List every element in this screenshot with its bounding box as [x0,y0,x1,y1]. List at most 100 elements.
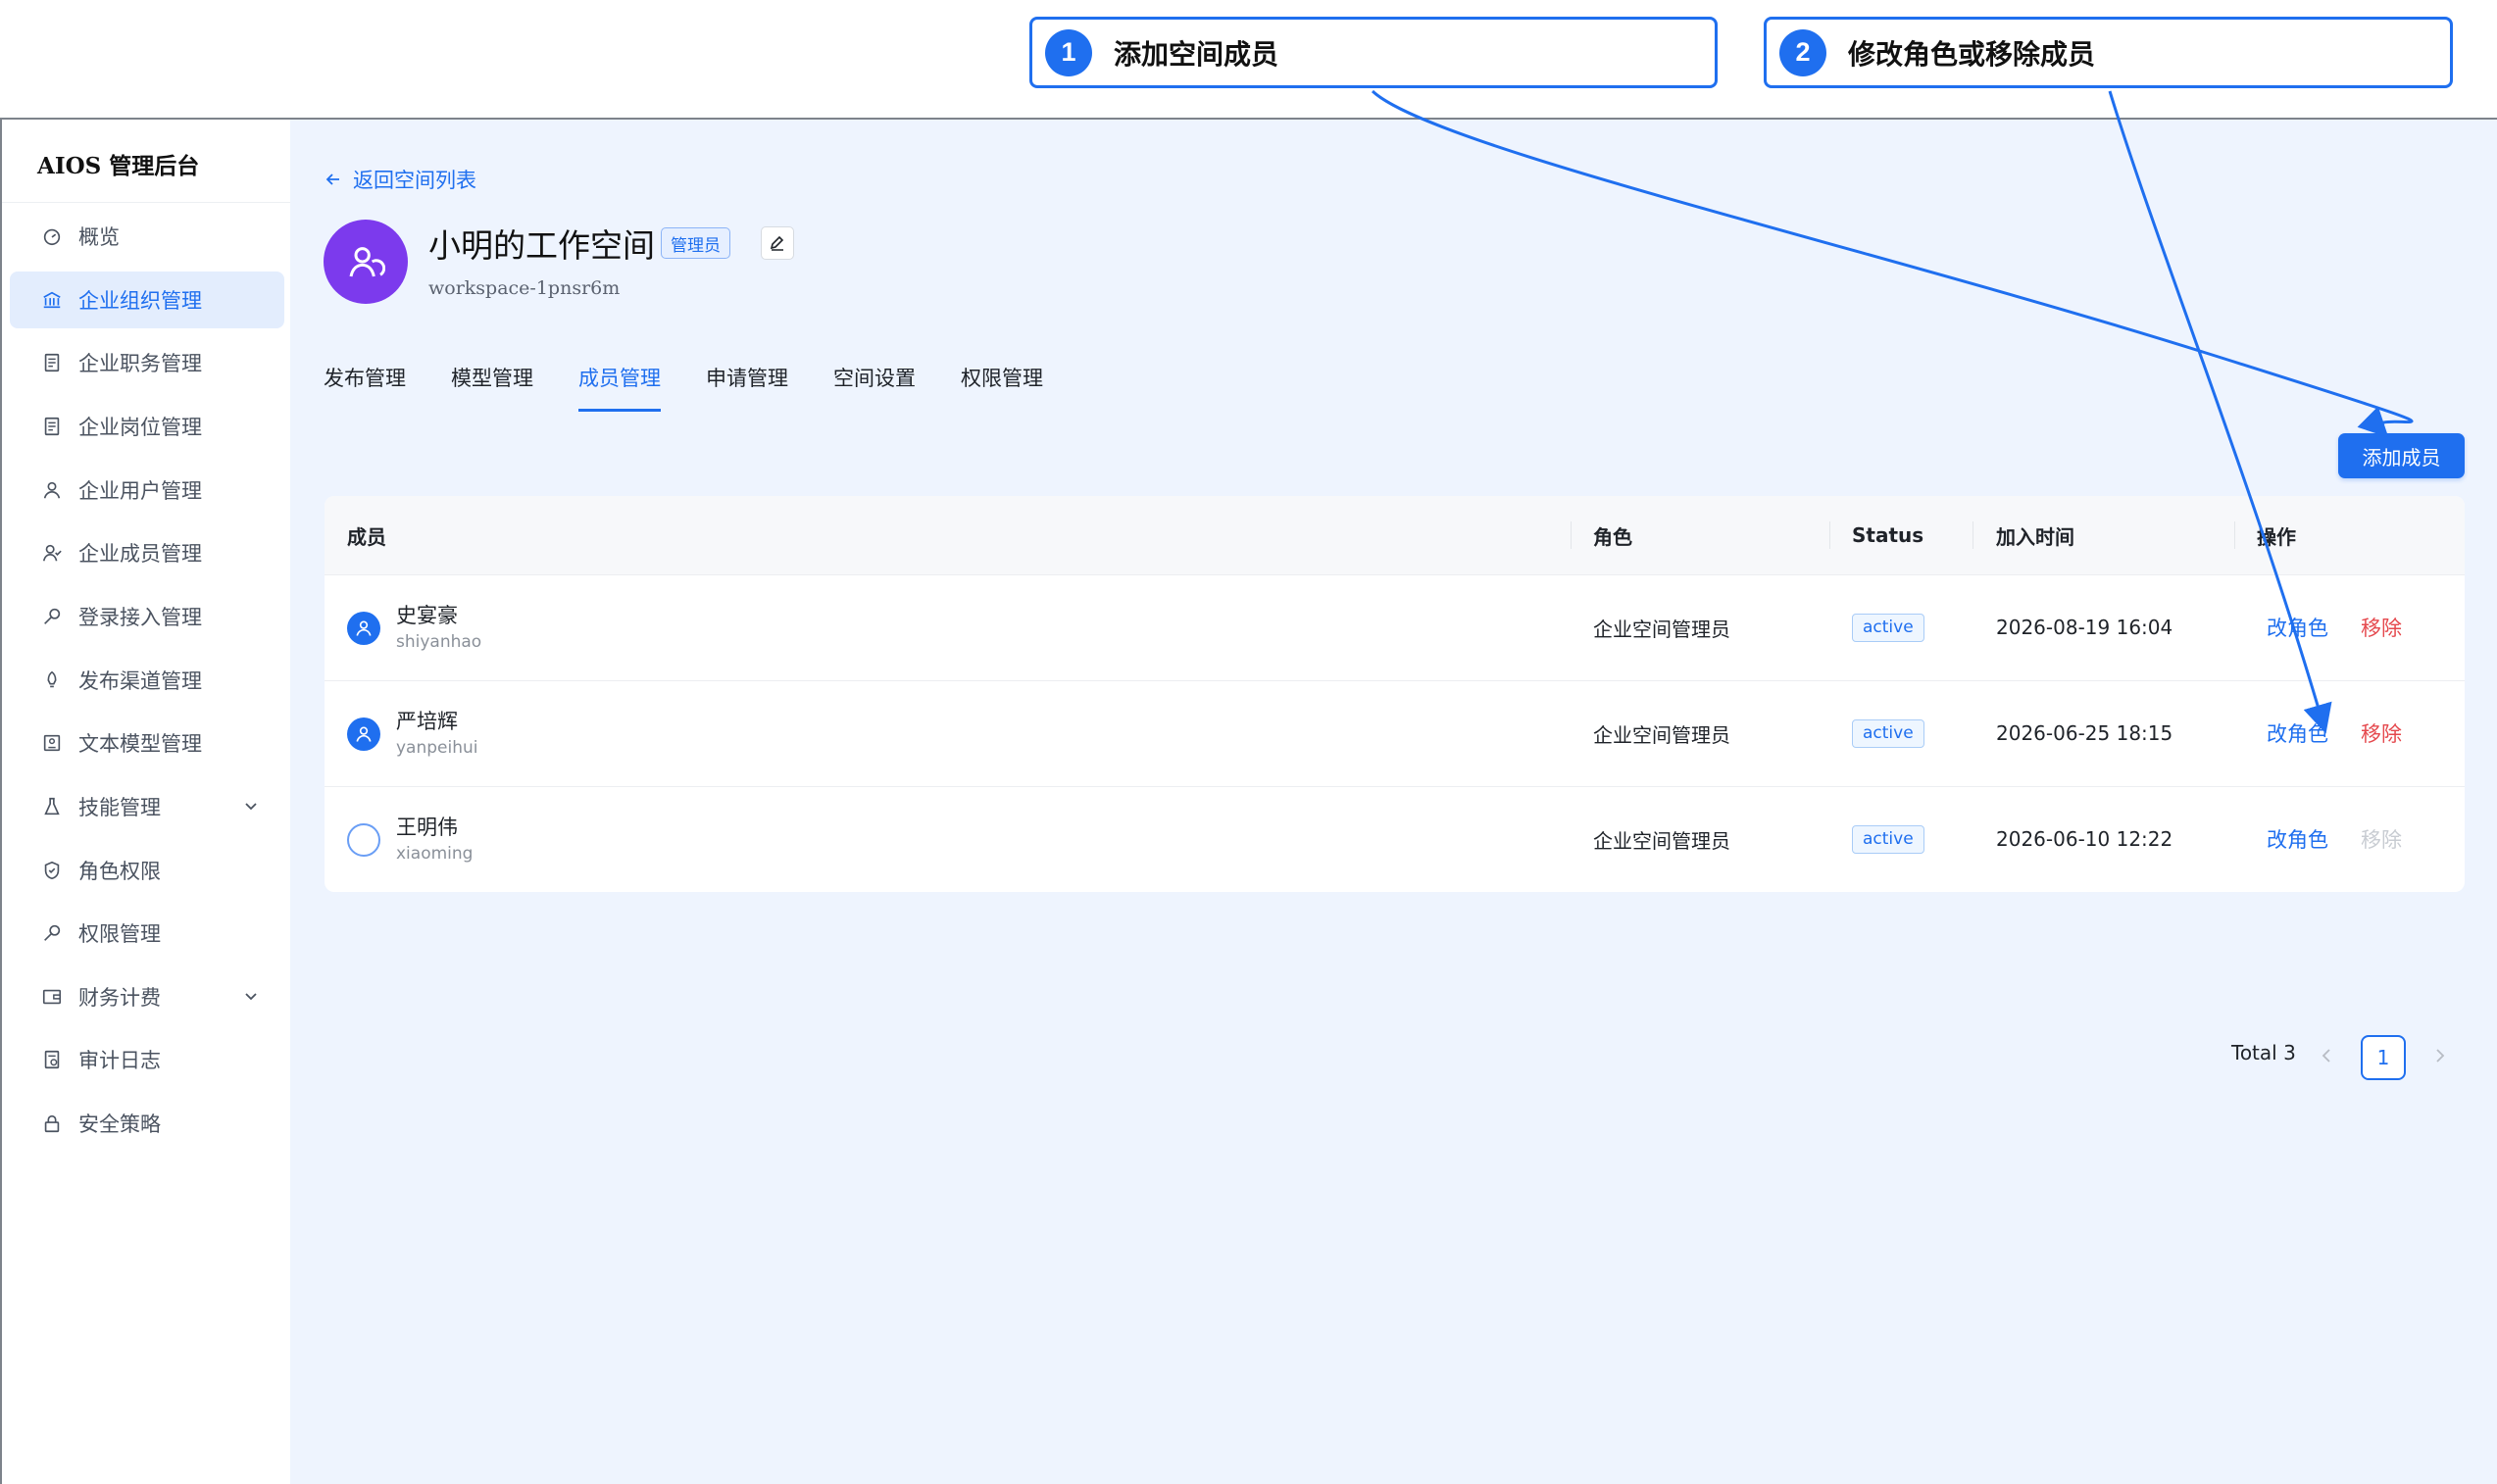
status-cell: active [1852,574,1924,680]
callout-number: 1 [1045,28,1092,76]
sidebar-item-text-model[interactable]: 文本模型管理 [10,715,284,771]
change-role-button[interactable]: 改角色 [2267,680,2328,786]
pagination-total: Total 3 [2231,1041,2296,1064]
sidebar-item-channel[interactable]: 发布渠道管理 [10,652,284,709]
chevron-left-icon[interactable] [2318,1043,2335,1068]
sidebar-item-duty[interactable]: 企业职务管理 [10,334,284,391]
wallet-icon [42,989,62,1005]
edit-button[interactable] [761,226,794,260]
sidebar-item-label: 安全策略 [78,1113,161,1136]
sidebar-item-label: 权限管理 [78,922,161,946]
sidebar-item-label: 企业组织管理 [78,289,202,313]
change-role-button[interactable]: 改角色 [2267,786,2328,892]
member-name: 严培辉 [396,710,458,733]
users-icon [42,544,62,562]
table-header: 成员 角色 Status 加入时间 操作 [325,496,2465,575]
user-icon [356,726,372,742]
sidebar-item-label: 登录接入管理 [78,606,202,629]
remove-member-button[interactable]: 移除 [2361,786,2402,892]
sidebar-item-members[interactable]: 企业成员管理 [10,524,284,581]
sidebar-item-users[interactable]: 企业用户管理 [10,462,284,519]
page-number[interactable]: 1 [2361,1035,2406,1080]
user-icon [43,481,61,499]
sidebar-item-role-permission[interactable]: 角色权限 [10,842,284,899]
sidebar-item-overview[interactable]: 概览 [10,208,284,265]
sidebar-item-audit[interactable]: 审计日志 [10,1031,284,1088]
callout-text: 添加空间成员 [1114,37,1279,71]
chevron-down-icon[interactable] [243,798,259,814]
table-row: 严培辉 yanpeihui 企业空间管理员 active 2026-06-25 … [325,680,2465,787]
chevron-down-icon[interactable] [243,988,259,1004]
callout-edit-role: 2 修改角色或移除成员 [1764,17,2453,88]
document-icon [44,353,60,372]
back-link[interactable]: 返回空间列表 [324,165,476,194]
sidebar-item-post[interactable]: 企业岗位管理 [10,398,284,455]
members-table: 成员 角色 Status 加入时间 操作 史宴豪 shiyanhao 企业空间管… [325,496,2465,892]
column-header: 角色 [1593,524,1632,549]
callout-number: 2 [1779,28,1826,76]
back-link-label: 返回空间列表 [353,169,476,192]
tab-members[interactable]: 成员管理 [578,363,661,412]
sidebar: AIOS 管理后台 概览 企业组织管理 企业职务管理 企业岗位管理 企业用户管理… [0,120,290,1484]
member-login: xiaoming [396,844,474,864]
remove-member-button[interactable]: 移除 [2361,680,2402,786]
status-cell: active [1852,680,1924,786]
users-icon [349,247,385,277]
tab-permissions[interactable]: 权限管理 [961,363,1043,412]
workspace-avatar [324,220,408,304]
sidebar-item-permission[interactable]: 权限管理 [10,905,284,962]
change-role-button[interactable]: 改角色 [2267,574,2328,680]
brand-title: AIOS 管理后台 [37,153,200,179]
sidebar-item-label: 财务计费 [78,986,161,1010]
divider [1571,521,1572,549]
sidebar-item-label: 企业职务管理 [78,352,202,375]
sidebar-item-security[interactable]: 安全策略 [10,1095,284,1152]
sidebar-item-org[interactable]: 企业组织管理 [10,272,284,328]
document-icon [44,417,60,436]
sidebar-item-label: 角色权限 [78,860,161,883]
tab-applications[interactable]: 申请管理 [706,363,788,412]
workspace-id: workspace-1pnsr6m [428,277,621,299]
app-window: AIOS 管理后台 概览 企业组织管理 企业职务管理 企业岗位管理 企业用户管理… [0,118,2497,1484]
arrow-left-icon [325,173,339,185]
tab-publish[interactable]: 发布管理 [324,363,406,412]
callout-add-member: 1 添加空间成员 [1029,17,1718,88]
join-time: 2026-06-10 12:22 [1996,827,2173,851]
key-icon [44,924,61,941]
member-role: 企业空间管理员 [1593,828,1730,853]
avatar [347,823,380,857]
sidebar-item-label: 企业用户管理 [78,479,202,503]
member-role: 企业空间管理员 [1593,617,1730,641]
member-name: 王明伟 [396,816,458,839]
sidebar-item-label: 技能管理 [78,796,161,819]
member-name: 史宴豪 [396,604,458,627]
remove-member-button[interactable]: 移除 [2361,574,2402,680]
sidebar-item-billing[interactable]: 财务计费 [10,968,284,1025]
sidebar-item-label: 发布渠道管理 [78,669,202,693]
table-row: 王明伟 xiaoming 企业空间管理员 active 2026-06-10 1… [325,786,2465,892]
page-title: 小明的工作空间 [428,226,655,265]
status-badge: active [1852,824,1924,854]
divider [2234,521,2235,549]
sidebar-item-label: 审计日志 [78,1049,161,1072]
lock-icon [44,1114,60,1133]
tab-settings[interactable]: 空间设置 [833,363,916,412]
sidebar-item-skills[interactable]: 技能管理 [10,778,284,835]
tab-model[interactable]: 模型管理 [451,363,533,412]
member-role: 企业空间管理员 [1593,722,1730,747]
column-header: 操作 [2257,524,2296,549]
role-badge: 管理员 [661,227,730,259]
status-badge: active [1852,718,1924,748]
log-icon [44,1050,60,1069]
sidebar-item-label: 文本模型管理 [78,732,202,756]
shield-icon [44,861,60,880]
add-member-button[interactable]: 添加成员 [2338,433,2465,478]
sidebar-item-label: 概览 [78,225,120,249]
chevron-right-icon[interactable] [2431,1043,2449,1068]
status-cell: active [1852,786,1924,892]
bank-icon [43,291,61,309]
sidebar-item-login[interactable]: 登录接入管理 [10,588,284,645]
table-row: 史宴豪 shiyanhao 企业空间管理员 active 2026-08-19 … [325,574,2465,681]
column-header: 成员 [347,524,386,549]
avatar [347,717,380,751]
